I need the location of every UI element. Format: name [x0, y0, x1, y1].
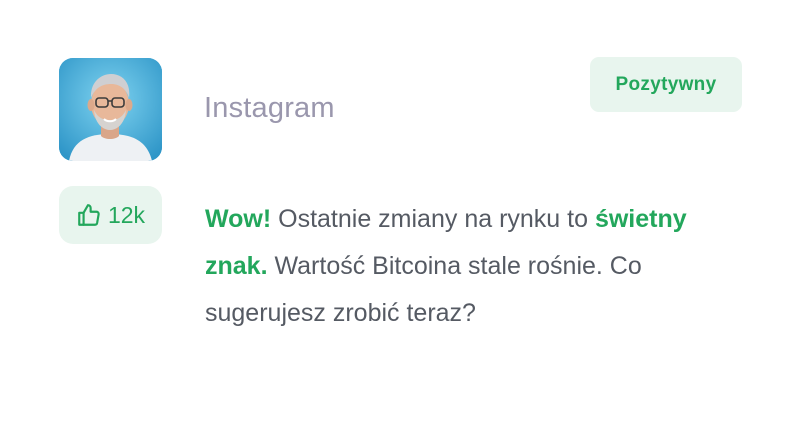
thumbs-up-icon	[76, 202, 102, 228]
message-highlight-1: Wow!	[205, 205, 272, 233]
post-message: Wow! Ostatnie zmiany na rynku to świetny…	[205, 196, 725, 337]
message-text-2: Wartość Bitcoina stale rośnie. Co sugeru…	[205, 252, 642, 327]
avatar-portrait	[59, 58, 162, 161]
message-text-1: Ostatnie zmiany na rynku to	[271, 205, 595, 233]
avatar	[59, 58, 162, 161]
sentiment-badge: Pozytywny	[590, 57, 742, 112]
post-card: Instagram Pozytywny 12k Wow! Ostatnie zm…	[0, 0, 803, 430]
source-name: Instagram	[204, 92, 335, 124]
likes-counter[interactable]: 12k	[59, 186, 162, 244]
likes-count: 12k	[107, 201, 146, 228]
